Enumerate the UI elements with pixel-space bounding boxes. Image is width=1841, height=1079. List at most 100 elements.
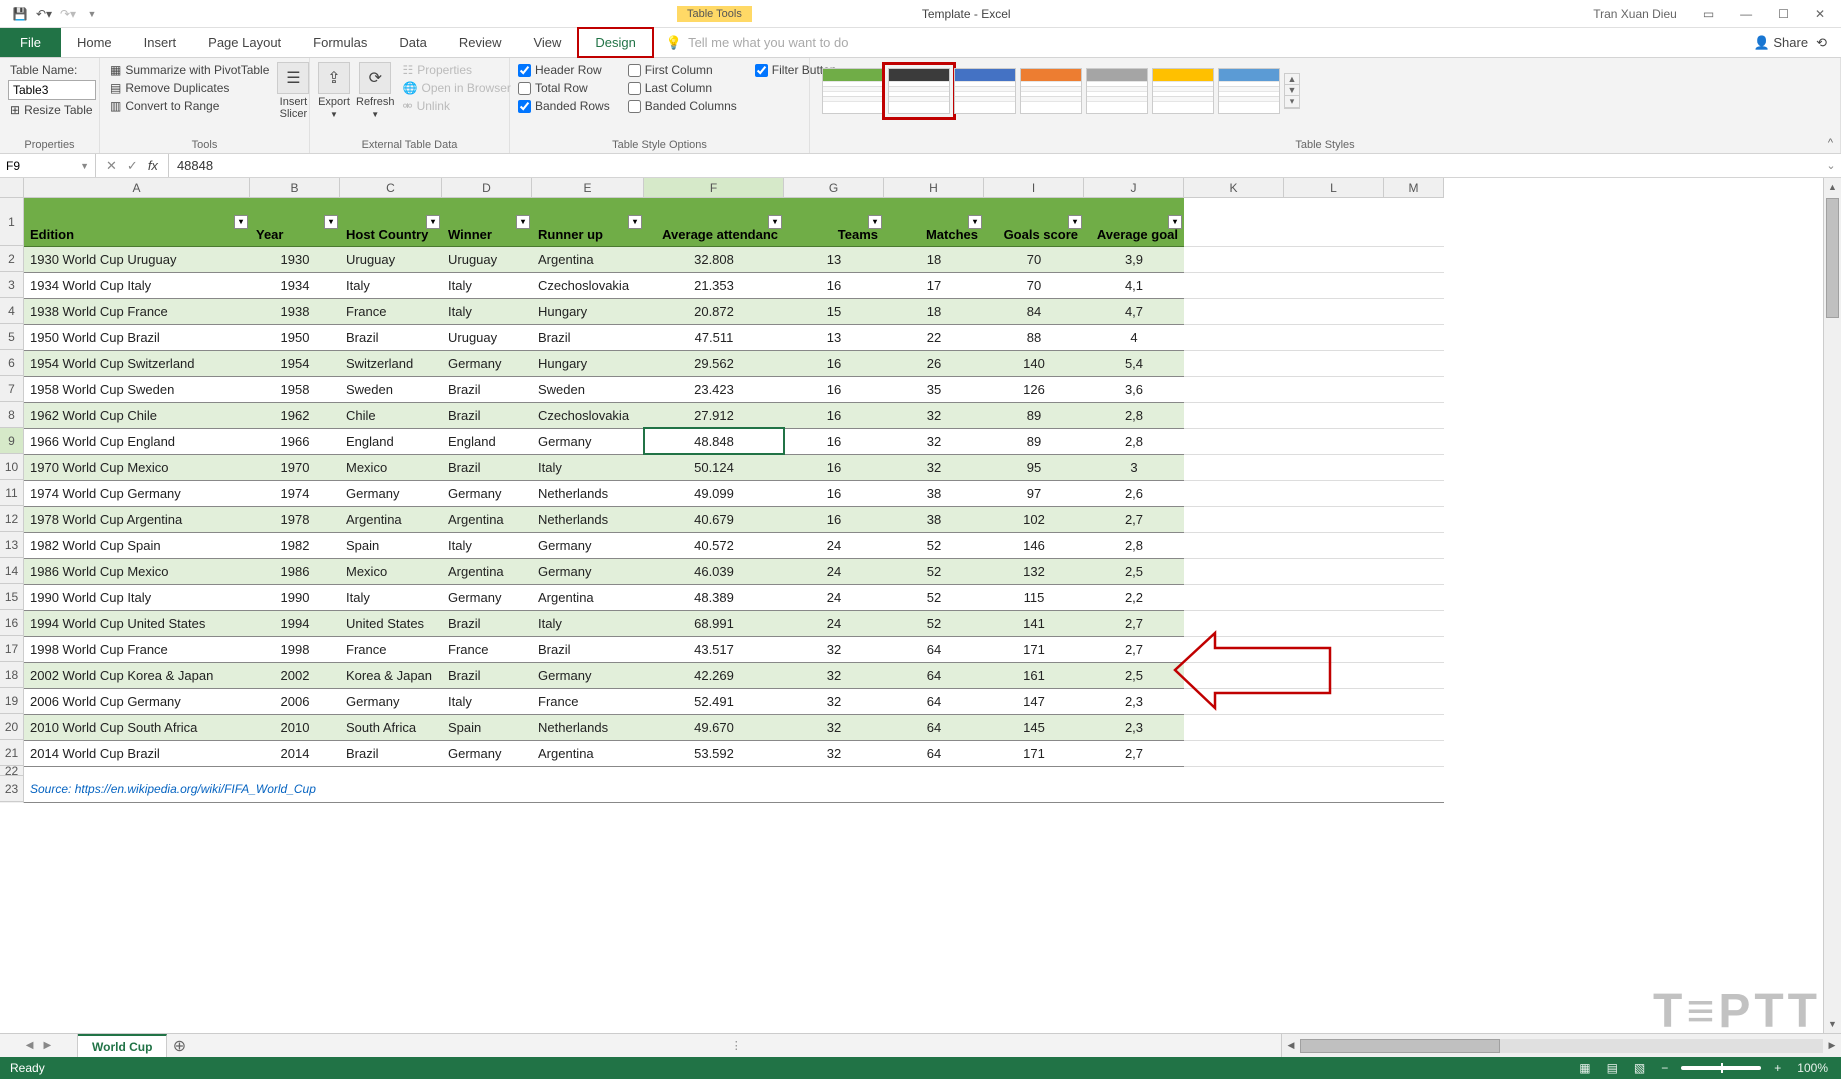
cell[interactable]: 22: [884, 324, 984, 350]
cell[interactable]: [1284, 480, 1384, 506]
scroll-down-icon[interactable]: ▼: [1824, 1015, 1841, 1033]
sheet-tab-worldcup[interactable]: World Cup: [78, 1034, 167, 1057]
zoom-slider[interactable]: [1681, 1066, 1761, 1070]
row-header-13[interactable]: 13: [0, 532, 23, 558]
cell[interactable]: [1184, 428, 1284, 454]
cell[interactable]: Runner up▾: [532, 198, 644, 246]
col-header-J[interactable]: J: [1084, 178, 1184, 197]
row-header-19[interactable]: 19: [0, 688, 23, 714]
cell[interactable]: [1184, 480, 1284, 506]
cell[interactable]: 1998: [250, 636, 340, 662]
cell[interactable]: Edition▾: [24, 198, 250, 246]
cell[interactable]: Brazil: [532, 636, 644, 662]
row-header-5[interactable]: 5: [0, 324, 23, 350]
cell[interactable]: [1384, 688, 1444, 714]
cell[interactable]: [1184, 714, 1284, 740]
remove-duplicates-button[interactable]: ▤Remove Duplicates: [108, 80, 271, 96]
row-header-8[interactable]: 8: [0, 402, 23, 428]
cell[interactable]: 1998 World Cup France: [24, 636, 250, 662]
view-layout-icon[interactable]: ▤: [1604, 1061, 1621, 1075]
cell[interactable]: [1084, 766, 1184, 776]
cell[interactable]: Germany: [442, 740, 532, 766]
cell[interactable]: 1938: [250, 298, 340, 324]
cell[interactable]: Brazil: [442, 376, 532, 402]
col-header-M[interactable]: M: [1384, 178, 1444, 197]
col-header-L[interactable]: L: [1284, 178, 1384, 197]
cell[interactable]: 2,8: [1084, 428, 1184, 454]
cell[interactable]: Host Country▾: [340, 198, 442, 246]
zoom-level[interactable]: 100%: [1794, 1061, 1831, 1075]
cell[interactable]: 16: [784, 480, 884, 506]
cell[interactable]: 1970 World Cup Mexico: [24, 454, 250, 480]
row-header-9[interactable]: 9: [0, 428, 23, 454]
cell[interactable]: 2,7: [1084, 740, 1184, 766]
cell[interactable]: Italy: [442, 532, 532, 558]
cell[interactable]: 1986: [250, 558, 340, 584]
style-gallery-more[interactable]: ▲▼▾: [1284, 73, 1300, 109]
cell[interactable]: [1384, 246, 1444, 272]
cell[interactable]: 52: [884, 610, 984, 636]
expand-formula-icon[interactable]: ⌄: [1821, 154, 1841, 177]
cell[interactable]: [1384, 558, 1444, 584]
cell[interactable]: 3,6: [1084, 376, 1184, 402]
cell[interactable]: 1930 World Cup Uruguay: [24, 246, 250, 272]
cell[interactable]: 18: [884, 246, 984, 272]
cell[interactable]: 2010: [250, 714, 340, 740]
summarize-pivot-button[interactable]: ▦Summarize with PivotTable: [108, 62, 271, 78]
cell[interactable]: [1284, 740, 1384, 766]
row-header-17[interactable]: 17: [0, 636, 23, 662]
cell[interactable]: [1284, 298, 1384, 324]
cell[interactable]: 1962: [250, 402, 340, 428]
cell[interactable]: 2,6: [1084, 480, 1184, 506]
cell[interactable]: [1284, 198, 1384, 246]
col-header-A[interactable]: A: [24, 178, 250, 197]
col-header-G[interactable]: G: [784, 178, 884, 197]
cell[interactable]: 84: [984, 298, 1084, 324]
cell[interactable]: [1284, 272, 1384, 298]
cell[interactable]: 126: [984, 376, 1084, 402]
cell[interactable]: [1284, 532, 1384, 558]
cell[interactable]: 32: [784, 636, 884, 662]
cell[interactable]: [1384, 454, 1444, 480]
col-header-E[interactable]: E: [532, 178, 644, 197]
cell[interactable]: 48.389: [644, 584, 784, 610]
cell[interactable]: 1934 World Cup Italy: [24, 272, 250, 298]
cell[interactable]: Italy: [532, 454, 644, 480]
cell[interactable]: Argentina: [442, 506, 532, 532]
cell[interactable]: 141: [984, 610, 1084, 636]
cell[interactable]: [1384, 766, 1444, 776]
cell[interactable]: France: [340, 636, 442, 662]
cell[interactable]: 70: [984, 272, 1084, 298]
cell[interactable]: 1978: [250, 506, 340, 532]
cell[interactable]: [1184, 610, 1284, 636]
cell[interactable]: [1184, 272, 1284, 298]
cell[interactable]: 26: [884, 350, 984, 376]
cell[interactable]: Netherlands: [532, 506, 644, 532]
cell[interactable]: 171: [984, 740, 1084, 766]
cell[interactable]: 3,9: [1084, 246, 1184, 272]
share-button[interactable]: 👤 Share: [1754, 35, 1809, 51]
cell[interactable]: 17: [884, 272, 984, 298]
refresh-button[interactable]: ⟳ Refresh▼: [356, 62, 395, 119]
cell[interactable]: 23.423: [644, 376, 784, 402]
cell[interactable]: Brazil: [442, 662, 532, 688]
cell[interactable]: Matches▾: [884, 198, 984, 246]
cell[interactable]: 64: [884, 662, 984, 688]
cell[interactable]: [1184, 688, 1284, 714]
cell[interactable]: 1958: [250, 376, 340, 402]
cell[interactable]: 16: [784, 376, 884, 402]
convert-range-button[interactable]: ▥Convert to Range: [108, 98, 271, 114]
cell[interactable]: [1284, 350, 1384, 376]
cell[interactable]: [1284, 584, 1384, 610]
cell[interactable]: [1284, 714, 1384, 740]
cell[interactable]: [1184, 506, 1284, 532]
view-normal-icon[interactable]: ▦: [1576, 1061, 1593, 1075]
row-header-1[interactable]: 1: [0, 198, 23, 246]
cell[interactable]: 2014 World Cup Brazil: [24, 740, 250, 766]
cell[interactable]: 64: [884, 688, 984, 714]
row-header-16[interactable]: 16: [0, 610, 23, 636]
cell[interactable]: 1930: [250, 246, 340, 272]
row-header-4[interactable]: 4: [0, 298, 23, 324]
accept-formula-icon[interactable]: ✓: [123, 158, 142, 174]
cell[interactable]: 50.124: [644, 454, 784, 480]
